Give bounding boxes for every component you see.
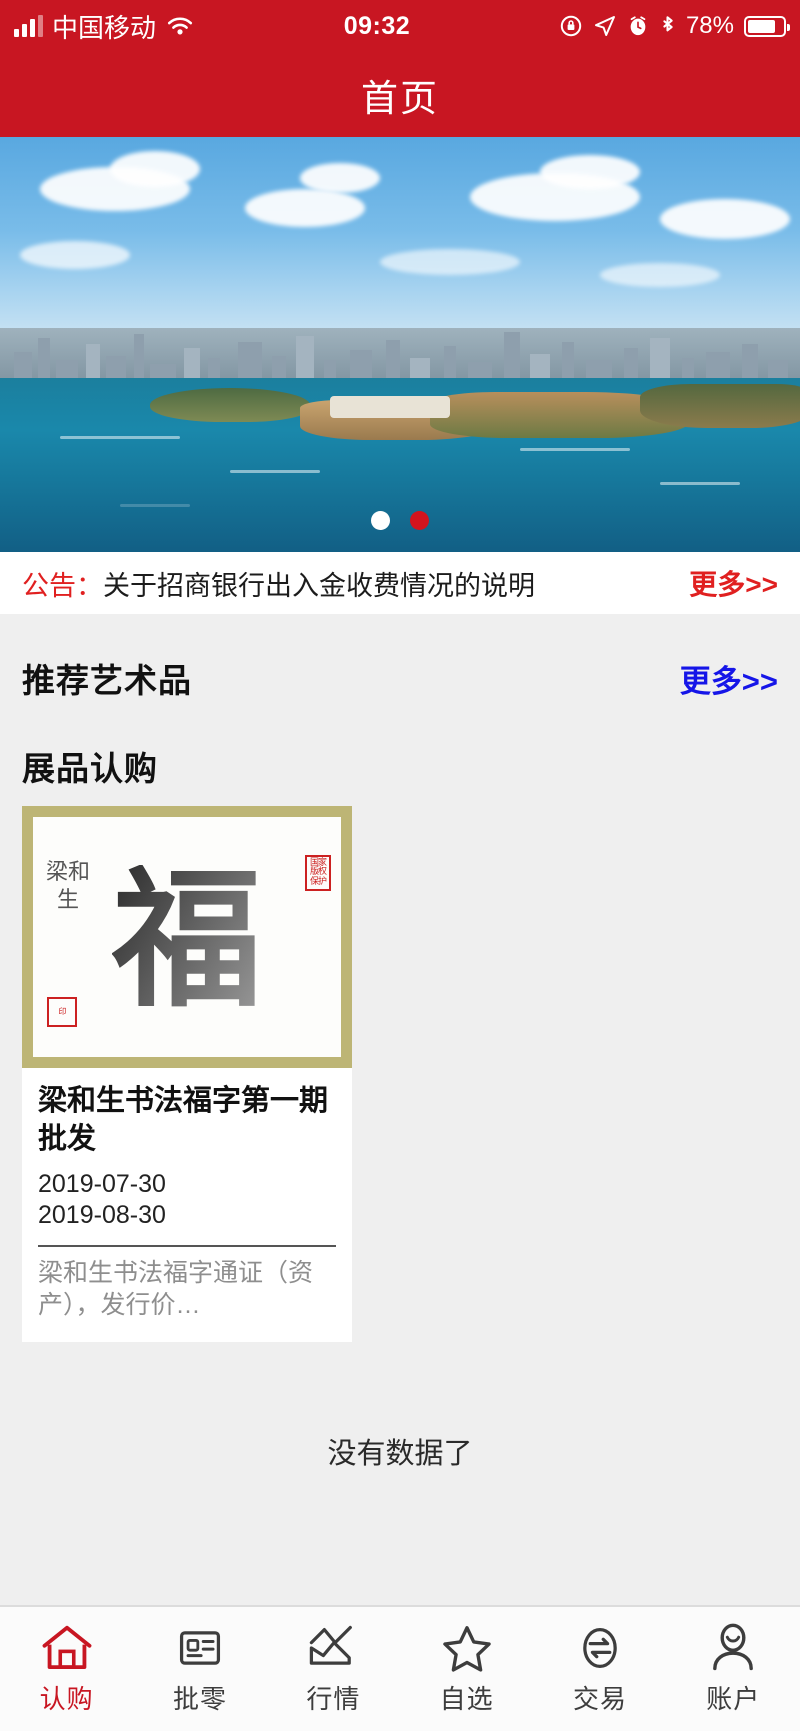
section-gap [0, 614, 800, 632]
cloud-shape [380, 249, 520, 275]
section-header-recommended: 推荐艺术品 更多>> [0, 632, 800, 712]
cloud-shape [660, 199, 790, 239]
waterfront-buildings [330, 395, 450, 418]
tab-label-zhanghu: 账户 [706, 1683, 761, 1714]
alarm-clock-icon [630, 16, 646, 36]
island-shape [150, 387, 310, 422]
tab-label-zixuan: 自选 [439, 1683, 494, 1714]
cloud-shape [540, 155, 640, 189]
tab-label-hangqing: 行情 [306, 1683, 361, 1714]
wifi-icon [167, 17, 193, 35]
calligraphy-fu-artwork: 梁和生 福 国家版权保护 印 [33, 817, 341, 1057]
section-title-exhibit: 展品认购 [22, 750, 158, 787]
product-title: 梁和生书法福字第一期批发 [38, 1085, 329, 1156]
artist-seal-icon: 印 [47, 997, 77, 1027]
cloud-shape [300, 163, 380, 193]
announcement-label: 公告： [22, 570, 103, 601]
cloud-shape [20, 241, 130, 269]
status-bar-left: 中国移动 [14, 8, 195, 45]
status-bar-center: 09:32 [195, 12, 559, 41]
bluetooth-icon [663, 15, 673, 31]
signal-icon [14, 15, 43, 37]
cloud-shape [600, 263, 720, 287]
artwork-main-glyph: 福 [111, 852, 263, 1028]
tab-jiaoyi[interactable]: 交易 [533, 1623, 666, 1716]
banner-carousel[interactable] [0, 137, 800, 552]
product-end-date: 2019-08-30 [38, 1200, 166, 1229]
announcement-bar[interactable]: 公告： 关于招商银行出入金收费情况的说明 更多>> [0, 552, 800, 614]
tab-hangqing[interactable]: 行情 [267, 1623, 400, 1716]
page-title: 首页 [361, 77, 439, 119]
tab-label-jiaoyi: 交易 [572, 1683, 627, 1714]
status-time: 09:32 [343, 11, 411, 40]
section-header-exhibit: 展品认购 [0, 712, 800, 806]
user-icon [713, 1623, 754, 1670]
page-title-bar: 首页 [0, 52, 800, 137]
cloud-shape [245, 189, 365, 227]
announcement-more-link[interactable]: 更多>> [689, 563, 778, 603]
product-image-frame: 梁和生 福 国家版权保护 印 [22, 806, 352, 1068]
card-divider [38, 1244, 336, 1247]
product-grid: 梁和生 福 国家版权保护 印 梁和生书法福字第一期批发 2019-07-30 2… [0, 806, 800, 1372]
home-icon [42, 1625, 92, 1669]
product-start-date: 2019-07-30 [38, 1169, 166, 1198]
copyright-seal-icon: 国家版权保护 [305, 855, 331, 892]
announcement-text[interactable]: 关于招商银行出入金收费情况的说明 [103, 564, 689, 603]
star-icon [442, 1625, 491, 1672]
exchange-icon [583, 1627, 617, 1668]
tab-renggou[interactable]: 认购 [0, 1623, 133, 1716]
status-bar: 中国移动 09:32 78% [0, 0, 800, 52]
cloud-shape [110, 151, 200, 187]
artwork-side-text: 梁和生 [45, 860, 90, 913]
status-bar-right: 78% [559, 12, 790, 40]
product-card[interactable]: 梁和生 福 国家版权保护 印 梁和生书法福字第一期批发 2019-07-30 2… [22, 806, 352, 1342]
island-shape [640, 383, 800, 428]
battery-icon [744, 15, 790, 37]
tab-label-renggou: 认购 [39, 1683, 94, 1714]
carousel-indicator[interactable] [0, 511, 800, 530]
tab-label-pilin: 批零 [172, 1683, 227, 1714]
location-arrow-icon [594, 16, 615, 36]
product-card-body: 梁和生书法福字第一期批发 2019-07-30 2019-08-30 梁和生书法… [22, 1068, 352, 1342]
tab-zixuan[interactable]: 自选 [400, 1623, 533, 1716]
tab-zhanghu[interactable]: 账户 [667, 1623, 800, 1716]
carousel-dot-2[interactable] [410, 511, 429, 530]
line-chart-icon [310, 1625, 353, 1665]
section-title-recommended: 推荐艺术品 [22, 662, 192, 699]
battery-percent-label: 78% [685, 12, 734, 39]
product-description: 梁和生书法福字通证（资产），发行价… [38, 1258, 314, 1320]
section-more-recommended[interactable]: 更多>> [680, 656, 778, 701]
carrier-label: 中国移动 [52, 12, 157, 43]
tab-pilin[interactable]: 批零 [133, 1623, 266, 1716]
id-card-icon [179, 1630, 221, 1665]
carousel-dot-1[interactable] [371, 511, 390, 530]
rotation-lock-icon [560, 15, 582, 37]
bottom-tab-bar: 认购 批零 行情 自选 交易 账户 [0, 1605, 800, 1731]
no-more-data-text: 没有数据了 [0, 1371, 800, 1472]
